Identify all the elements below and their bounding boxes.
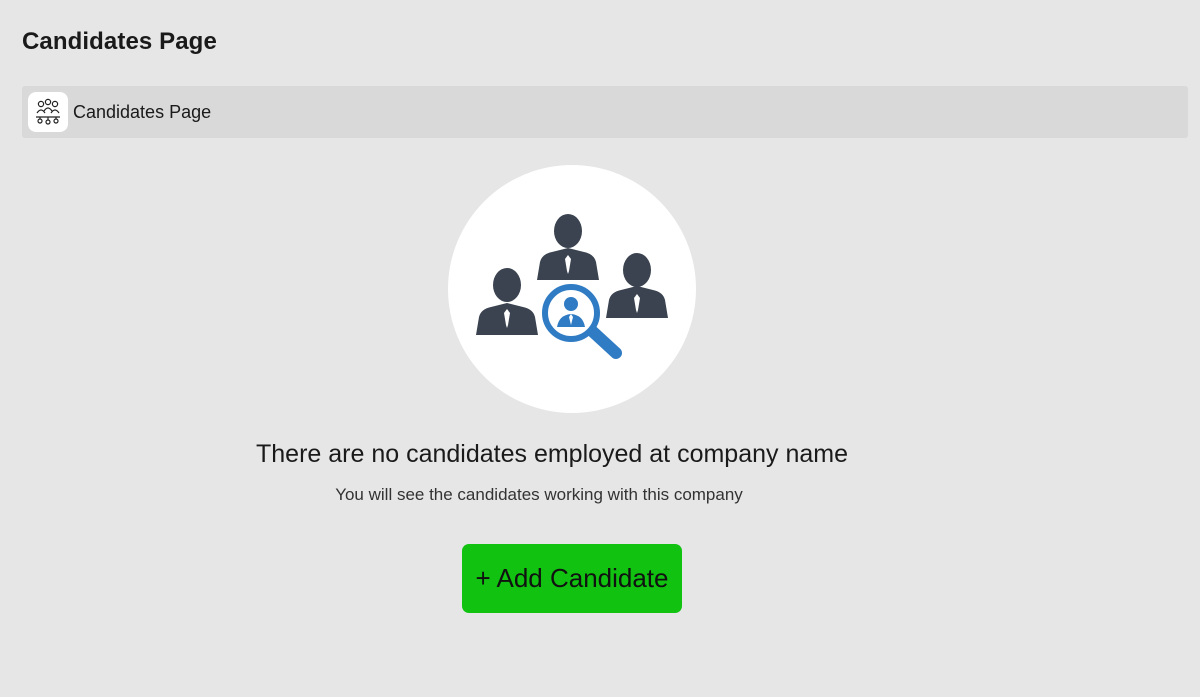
people-network-icon — [28, 92, 68, 132]
candidate-search-icon — [448, 165, 696, 413]
page-title: Candidates Page — [22, 28, 217, 55]
empty-state-subtitle: You will see the candidates working with… — [335, 485, 743, 504]
breadcrumb: Candidates Page — [22, 86, 1188, 138]
breadcrumb-label: Candidates Page — [73, 101, 212, 122]
empty-state-title: There are no candidates employed at comp… — [255, 440, 849, 468]
add-candidate-button[interactable]: + Add Candidate — [462, 544, 682, 613]
